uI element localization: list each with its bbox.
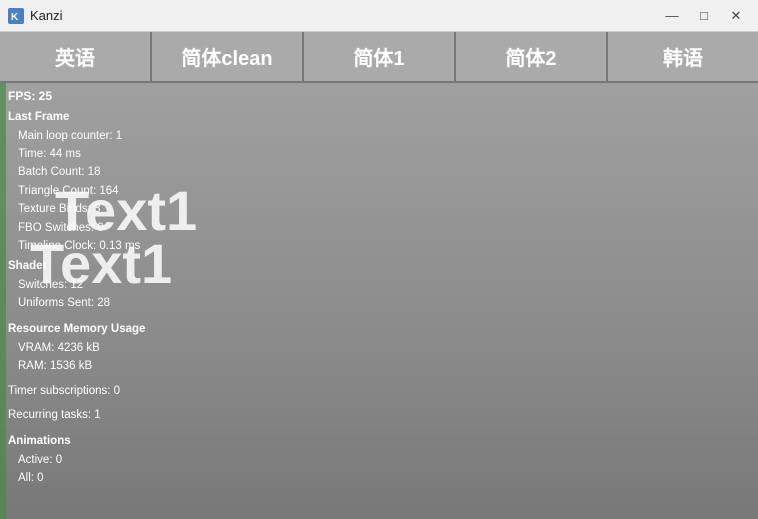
switches: Switches: 12 xyxy=(8,276,192,294)
tab-yingyu[interactable]: 英语 xyxy=(0,32,152,81)
tab-bar: 英语 简体clean 简体1 简体2 韩语 xyxy=(0,32,758,83)
animations-all: All: 0 xyxy=(8,469,192,487)
last-frame-header: Last Frame xyxy=(8,108,192,126)
maximize-button[interactable]: □ xyxy=(690,5,718,27)
texture-binds: Texture Binds: 3 xyxy=(8,200,192,218)
main-content: FPS: 25 Last Frame Main loop counter: 1 … xyxy=(0,83,758,519)
tab-jianti2[interactable]: 简体2 xyxy=(456,32,608,81)
window-title: Kanzi xyxy=(30,8,63,23)
animations-header: Animations xyxy=(8,432,192,450)
fps-counter: FPS: 25 xyxy=(8,87,192,106)
shader-header: Shader xyxy=(8,257,192,275)
recurring-tasks: Recurring tasks: 1 xyxy=(8,406,192,424)
uniforms-sent: Uniforms Sent: 28 xyxy=(8,294,192,312)
animations-active: Active: 0 xyxy=(8,451,192,469)
window-controls: — □ ✕ xyxy=(658,5,750,27)
fbo-switches: FBO Switches: 0 xyxy=(8,219,192,237)
ram: RAM: 1536 kB xyxy=(8,357,192,375)
app-icon: K xyxy=(8,8,24,24)
close-button[interactable]: ✕ xyxy=(722,5,750,27)
minimize-button[interactable]: — xyxy=(658,5,686,27)
vram: VRAM: 4236 kB xyxy=(8,339,192,357)
svg-text:K: K xyxy=(11,12,19,23)
resource-memory-header: Resource Memory Usage xyxy=(8,320,192,338)
main-loop-counter: Main loop counter: 1 xyxy=(8,127,192,145)
triangle-count: Triangle Count: 164 xyxy=(8,182,192,200)
tab-jianti1[interactable]: 简体1 xyxy=(304,32,456,81)
info-panel: FPS: 25 Last Frame Main loop counter: 1 … xyxy=(0,83,200,519)
tab-hanyu[interactable]: 韩语 xyxy=(608,32,758,81)
title-bar: K Kanzi — □ ✕ xyxy=(0,0,758,32)
timeline-clock: Timeline Clock: 0.13 ms xyxy=(8,237,192,255)
time-info: Time: 44 ms xyxy=(8,145,192,163)
title-bar-left: K Kanzi xyxy=(8,8,63,24)
batch-count: Batch Count: 18 xyxy=(8,163,192,181)
timer-subscriptions: Timer subscriptions: 0 xyxy=(8,382,192,400)
green-stripe xyxy=(0,83,6,519)
tab-jianti-clean[interactable]: 简体clean xyxy=(152,32,304,81)
